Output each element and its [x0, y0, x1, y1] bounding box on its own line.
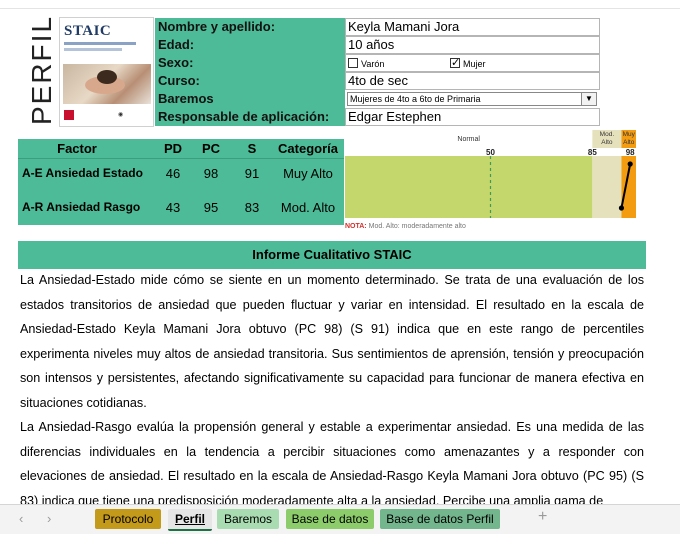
profile-point-1: [618, 205, 625, 211]
checkbox-male[interactable]: [348, 58, 358, 68]
zone-band-0: [345, 156, 593, 218]
perfil-vertical-label: PERFIL: [22, 14, 62, 126]
zone-label-2-1: Alto: [623, 139, 635, 146]
prev-sheet-icon[interactable]: ‹: [19, 511, 23, 526]
factor-table: Factor PD PC S Categoría A-E Ansiedad Es…: [18, 139, 344, 225]
zone-label-0: Normal: [457, 136, 480, 143]
header-s: S: [247, 141, 257, 156]
name-field[interactable]: Keyla Mamani Jora: [345, 18, 600, 36]
pd-ar: 43: [165, 200, 181, 215]
baremos-dropdown[interactable]: Mujeres de 4to a 6to de Primaria ▼: [347, 92, 597, 106]
checkbox-female[interactable]: [449, 55, 460, 71]
percentile-profile-chart: NormalMod.AltoMuyAlto50 85 98: [345, 130, 636, 218]
label-baremos: Baremos: [155, 90, 345, 108]
report-body: La Ansiedad-Estado mide cómo se siente e…: [20, 268, 644, 504]
note-text: Mod. Alto: moderadamente alto: [368, 223, 466, 230]
next-sheet-icon[interactable]: ›: [47, 511, 51, 526]
header-factor: Factor: [57, 141, 97, 156]
report-title: Informe Cualitativo STAIC: [18, 241, 646, 269]
course-field[interactable]: 4to de sec: [345, 72, 600, 90]
sex-field: Varón Mujer: [345, 54, 600, 72]
factor-name-ar: A-R Ansiedad Rasgo: [22, 200, 141, 214]
staic-book-cover-image: STAIC ◉: [59, 17, 154, 127]
header-pd: PD: [163, 141, 183, 156]
report-paragraph-state: La Ansiedad-Estado mide cómo se siente e…: [20, 273, 644, 410]
zone-label-2-0: Muy: [623, 131, 636, 138]
tick-label-98: 98: [626, 148, 635, 157]
tick-label-85: 85: [588, 148, 597, 157]
header-pc: PC: [201, 141, 221, 156]
cover-title: STAIC: [64, 23, 112, 39]
tick-label-50: 50: [486, 148, 495, 157]
s-ae: 91: [244, 166, 260, 181]
cover-subtitle-line: [64, 42, 136, 45]
label-course: Curso:: [155, 72, 345, 90]
label-responsible: Responsable de aplicación:: [155, 108, 345, 126]
chart-note: NOTA: Mod. Alto: moderadamente alto: [345, 223, 466, 230]
tab-base-de-datos-perfil[interactable]: Base de datos Perfil: [380, 509, 500, 529]
cover-photo: [63, 64, 151, 104]
cover-subtitle-line: [64, 48, 122, 51]
profile-point-0: [627, 161, 633, 167]
perfil-text: PERFIL: [26, 14, 57, 126]
label-age: Edad:: [155, 36, 345, 54]
pc-ae: 98: [203, 166, 219, 181]
add-sheet-icon[interactable]: +: [538, 508, 547, 526]
label-sex: Sexo:: [155, 54, 345, 72]
category-ae: Muy Alto: [283, 166, 333, 181]
cover-photo-hair: [97, 70, 117, 84]
note-label: NOTA:: [345, 223, 367, 230]
header-divider: [18, 158, 344, 159]
checkbox-female-label: Mujer: [462, 59, 486, 69]
factor-name-ae: A-E Ansiedad Estado: [22, 166, 143, 180]
chevron-down-icon[interactable]: ▼: [581, 93, 596, 105]
s-ar: 83: [244, 200, 260, 215]
label-name: Nombre y apellido:: [155, 18, 345, 36]
report-paragraph-trait: La Ansiedad-Rasgo evalúa la propensión g…: [20, 420, 644, 504]
zone-band-1: [592, 156, 622, 218]
tab-base-de-datos[interactable]: Base de datos: [286, 509, 374, 529]
responsible-field[interactable]: Edgar Estephen: [345, 108, 600, 126]
age-field[interactable]: 10 años: [345, 36, 600, 54]
header-category: Categoría: [278, 141, 338, 156]
pd-ae: 46: [165, 166, 181, 181]
tab-perfil[interactable]: Perfil: [168, 509, 212, 531]
cover-publisher-logo: [64, 110, 74, 120]
zone-label-1-1: Alto: [601, 139, 613, 146]
cover-brand-mark: ◉: [118, 112, 124, 118]
pc-ar: 95: [203, 200, 219, 215]
baremos-selected-value: Mujeres de 4to a 6to de Primaria: [350, 94, 481, 104]
sheet-tab-bar: ‹ › Protocolo Perfil Baremos Base de dat…: [0, 504, 680, 534]
tab-baremos[interactable]: Baremos: [217, 509, 279, 529]
sheet-top-gridline: [0, 0, 680, 9]
checkbox-male-label: Varón: [361, 59, 385, 69]
tab-protocolo[interactable]: Protocolo: [95, 509, 161, 529]
zone-label-1-0: Mod.: [600, 131, 615, 138]
category-ar: Mod. Alto: [280, 200, 336, 215]
